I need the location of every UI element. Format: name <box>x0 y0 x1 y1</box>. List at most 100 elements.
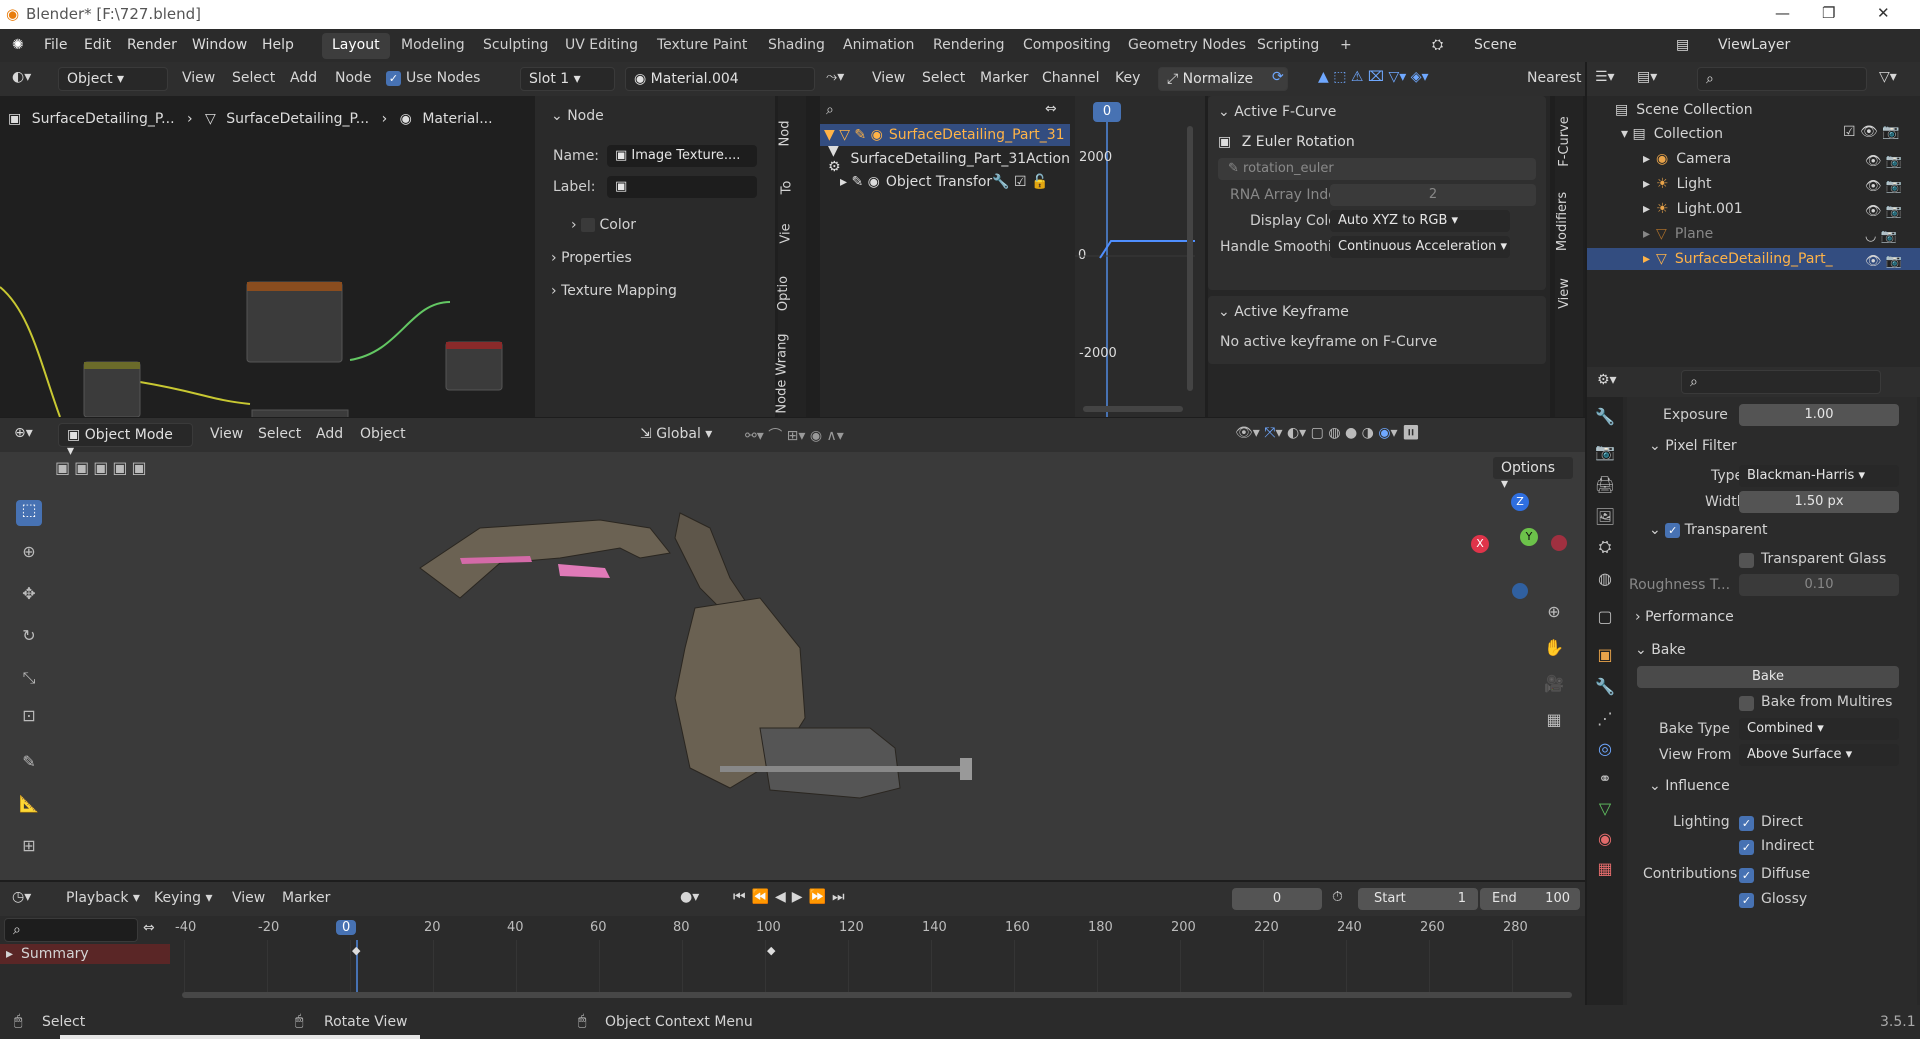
camera-view-icon[interactable]: 🎥 <box>1541 674 1567 700</box>
node-panel-header[interactable]: ⌄ Node <box>551 108 604 124</box>
transform-tool-icon[interactable]: ⊡ <box>16 706 42 732</box>
graph-hscrollbar[interactable] <box>1083 406 1183 412</box>
add-cube-tool-icon[interactable]: ⊞ <box>16 836 42 862</box>
select-box-tool-icon[interactable]: ⬚ <box>16 500 42 526</box>
graph-editor-type-icon[interactable]: ⤳▾ <box>826 69 844 85</box>
scale-tool-icon[interactable]: ⤡ <box>16 668 42 694</box>
scene-collection-row[interactable]: ▤ Scene Collection <box>1615 100 1753 120</box>
options-dropdown[interactable]: Options ▾ <box>1492 456 1574 492</box>
stopwatch-icon[interactable]: ⏱ <box>1332 889 1343 905</box>
z-axis-icon[interactable]: Z <box>1511 493 1529 511</box>
graph-menu-marker[interactable]: Marker <box>980 70 1028 86</box>
viewport-menu-object[interactable]: Object <box>360 426 406 442</box>
timeline-ruler[interactable]: -40 -20 0 20 40 60 80 100 120 140 160 180 200 220 240 2… <box>175 916 1575 998</box>
data-path-field[interactable]: ✎ rotation_euler <box>1218 158 1536 180</box>
performance-header[interactable]: › Performance <box>1635 609 1734 625</box>
node-canvas[interactable] <box>0 142 530 417</box>
record-icon[interactable]: ●▾ <box>680 889 699 905</box>
tab-options[interactable]: Optio <box>776 276 791 311</box>
menu-help[interactable]: Help <box>262 37 294 53</box>
collection-row[interactable]: ▾ ▤ Collection <box>1621 124 1723 144</box>
visibility-gizmo-icons[interactable]: 👁▾ ⤧▾ ◐▾ ▢ ◍ ● ◑ ◉▾ ⏸ <box>1235 425 1420 441</box>
bake-button[interactable]: Bake <box>1637 666 1899 688</box>
node-menu-add[interactable]: Add <box>290 70 317 86</box>
timeline-menu-view[interactable]: View <box>232 890 265 906</box>
channel-transform-row[interactable]: ▸ ✎ ◉ Object Transfor 🔧 ☑ 🔓 <box>840 171 1070 193</box>
timeline-swap-icon[interactable]: ⇔ <box>143 920 155 936</box>
menu-window[interactable]: Window <box>192 37 247 53</box>
interpolation-dropdown[interactable]: Nearest <box>1527 70 1582 86</box>
tab-node[interactable]: Nod <box>777 121 792 147</box>
breadcrumb-material[interactable]: Material... <box>422 111 492 127</box>
fcurve-area[interactable]: 0 2000 0 -2000 <box>1075 96 1205 417</box>
tab-layout[interactable]: Layout <box>322 33 390 59</box>
keyframe-marker[interactable]: ◆ <box>767 944 775 957</box>
view-layer-name[interactable]: ViewLayer <box>1718 37 1790 53</box>
orientation-dropdown[interactable]: ⇲ Global ▾ <box>640 426 712 442</box>
collection-toggles[interactable]: ☑ 👁 📷 <box>1843 124 1900 140</box>
filter-type-dropdown[interactable]: Blackman-Harris ▾ <box>1739 465 1899 487</box>
node-menu-node[interactable]: Node <box>335 70 372 86</box>
scene-name[interactable]: Scene <box>1474 37 1517 53</box>
node-label-field[interactable]: ▣ <box>607 176 757 198</box>
summary-channel[interactable]: ▸ Summary <box>0 944 170 964</box>
graph-menu-channel[interactable]: Channel <box>1042 70 1099 86</box>
outliner-type-icon[interactable]: ☰▾ <box>1595 69 1615 85</box>
tab-uv-editing[interactable]: UV Editing <box>555 33 648 59</box>
tab-modeling[interactable]: Modeling <box>391 33 475 59</box>
zoom-icon[interactable]: ⊕ <box>1541 602 1567 628</box>
outliner-item-light[interactable]: ▸ ☀ Light <box>1643 174 1712 194</box>
graph-tool-icons[interactable]: ▲ ⬚ ⚠ ⌧ ▽▾ ◈▾ <box>1318 69 1429 85</box>
tool-tab-icon[interactable]: 🔧 <box>1592 407 1618 433</box>
display-mode-icon[interactable]: ▤▾ <box>1637 69 1657 85</box>
filter-icon[interactable]: ▽▾ <box>1879 69 1897 85</box>
3d-viewport[interactable]: ⊕▾ ▣ Object Mode ▾ View Select Add Objec… <box>0 418 1585 880</box>
tab-scripting[interactable]: Scripting <box>1247 33 1329 59</box>
close-icon[interactable]: ✕ <box>1877 4 1890 22</box>
channel-object-row[interactable]: ▼ ▽ ✎ ◉ SurfaceDetailing_Part_31 <box>820 124 1070 146</box>
active-fcurve-header[interactable]: ⌄ Active F-Curve <box>1218 104 1336 120</box>
rotate-tool-icon[interactable]: ↻ <box>16 626 42 652</box>
start-frame-field[interactable]: Start 1 <box>1358 888 1478 910</box>
outliner-item-camera[interactable]: ▸ ◉ Camera <box>1643 149 1731 169</box>
transparent-header[interactable]: ⌄ ✓ Transparent <box>1649 522 1768 538</box>
add-workspace-icon[interactable]: + <box>1330 33 1362 59</box>
tab-geometry-nodes[interactable]: Geometry Nodes <box>1118 33 1256 59</box>
glossy-checkbox[interactable]: ✓ <box>1739 893 1754 908</box>
graph-vscrollbar[interactable] <box>1187 126 1193 391</box>
pixel-filter-header[interactable]: ⌄ Pixel Filter <box>1649 438 1737 454</box>
tab-modifiers[interactable]: Modifiers <box>1555 192 1570 251</box>
diffuse-checkbox[interactable]: ✓ <box>1739 868 1754 883</box>
view-layer-tab-icon[interactable]: 🖼 <box>1592 507 1618 533</box>
x-axis-icon[interactable]: X <box>1471 535 1489 553</box>
properties-panel-header[interactable]: › Properties <box>551 250 632 266</box>
particles-tab-icon[interactable]: ⋰ <box>1592 709 1618 735</box>
playback-menu[interactable]: Playback ▾ <box>66 890 140 906</box>
view-from-dropdown[interactable]: Above Surface ▾ <box>1739 744 1899 766</box>
exposure-field[interactable]: 1.00 <box>1739 404 1899 426</box>
collection-tab-icon[interactable]: ▢ <box>1592 607 1618 633</box>
neg-x-axis-icon[interactable] <box>1551 535 1567 551</box>
timeline-menu-marker[interactable]: Marker <box>282 890 330 906</box>
bake-type-dropdown[interactable]: Combined ▾ <box>1739 718 1899 740</box>
slot-dropdown[interactable]: Slot 1 ▾ <box>520 67 615 91</box>
pan-hand-icon[interactable]: ✋ <box>1541 638 1567 664</box>
direct-checkbox[interactable]: ✓ <box>1739 816 1754 831</box>
node-menu-select[interactable]: Select <box>232 70 275 86</box>
node-name-field[interactable]: ▣ Image Texture.... <box>607 145 757 167</box>
bake-header[interactable]: ⌄ Bake <box>1635 642 1686 658</box>
breadcrumb-mesh[interactable]: SurfaceDetailing_P... <box>226 111 369 127</box>
keyframe-marker[interactable]: ◆ <box>352 944 360 957</box>
outliner-item-light001[interactable]: ▸ ☀ Light.001 <box>1643 199 1743 219</box>
node-menu-view[interactable]: View <box>182 70 215 86</box>
tab-sculpting[interactable]: Sculpting <box>473 33 558 59</box>
viewport-menu-view[interactable]: View <box>210 426 243 442</box>
scene-icon[interactable]: ⛭ <box>1432 37 1443 53</box>
tab-texture-paint[interactable]: Texture Paint <box>647 33 757 59</box>
texture-mapping-header[interactable]: › Texture Mapping <box>551 283 677 299</box>
tab-node-wrangler[interactable]: Node Wrang <box>775 333 790 413</box>
normalize-toggle[interactable]: ⤢ Normalize <box>1158 67 1288 91</box>
transparent-glass-checkbox[interactable] <box>1739 553 1754 568</box>
refresh-icon[interactable]: ⟳ <box>1272 69 1284 85</box>
timeline-search[interactable]: ⌕ <box>4 918 138 942</box>
